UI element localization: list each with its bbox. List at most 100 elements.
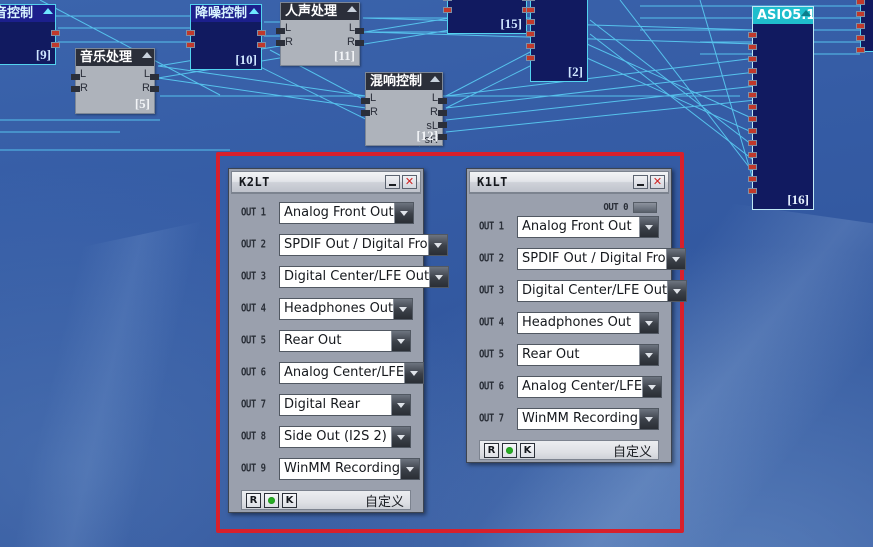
input-pin[interactable] — [526, 0, 535, 1]
input-pin[interactable] — [748, 176, 757, 182]
status-led-icon[interactable] — [264, 492, 279, 508]
input-pin[interactable] — [748, 80, 757, 86]
output-pin[interactable] — [438, 122, 447, 128]
node-bus-right[interactable] — [856, 0, 873, 53]
output-select[interactable]: Digital Center/LFE Out — [517, 280, 688, 302]
close-icon[interactable]: ✕ — [402, 175, 417, 189]
input-pin[interactable] — [748, 56, 757, 62]
close-icon[interactable]: ✕ — [650, 175, 665, 189]
node-bus-15[interactable]: [15] — [443, 0, 531, 34]
chevron-down-icon[interactable] — [391, 427, 410, 447]
chevron-down-icon[interactable] — [639, 409, 658, 429]
input-pin[interactable] — [276, 28, 285, 34]
collapse-caret-icon[interactable] — [347, 6, 357, 12]
output-pin[interactable] — [51, 30, 60, 36]
input-pin[interactable] — [443, 7, 452, 13]
input-pin[interactable] — [748, 140, 757, 146]
input-pin[interactable] — [526, 19, 535, 25]
minimize-button[interactable] — [385, 175, 400, 189]
output-select[interactable]: Analog Front Out — [517, 216, 659, 238]
input-pin[interactable] — [856, 0, 865, 5]
output-select[interactable]: Rear Out — [279, 330, 411, 352]
input-pin[interactable] — [748, 92, 757, 98]
collapse-caret-icon[interactable] — [249, 8, 259, 14]
input-pin[interactable] — [443, 0, 452, 1]
input-pin[interactable] — [856, 35, 865, 41]
output-select[interactable]: Analog Center/LFE — [517, 376, 663, 398]
customize-label[interactable]: 自定义 — [613, 441, 654, 460]
dialog-titlebar[interactable]: K2LT ✕ — [231, 171, 421, 193]
k1lt-dialog[interactable]: K1LT ✕ OUT 0 OUT 1 Analog Front Out OUT 2 SPDI… — [466, 168, 688, 463]
node-bus-2[interactable]: [2] — [526, 0, 588, 82]
output-pin[interactable] — [51, 42, 60, 48]
output-select[interactable]: SPDIF Out / Digital Fro — [279, 234, 448, 256]
chevron-down-icon[interactable] — [427, 235, 447, 255]
dialog-titlebar[interactable]: K1LT ✕ — [469, 171, 669, 193]
input-pin[interactable] — [748, 116, 757, 122]
node-mix-control[interactable]: 给音控制 [9] — [0, 4, 60, 65]
input-pin[interactable] — [526, 31, 535, 37]
collapse-caret-icon[interactable] — [43, 8, 53, 14]
node-asio51[interactable]: ASIO5.1 [16] — [748, 6, 814, 210]
chevron-down-icon[interactable] — [404, 363, 424, 383]
node-reverb[interactable]: 混响控制 L R L RsL sR [12] — [361, 72, 447, 146]
input-pin[interactable] — [856, 47, 865, 53]
output-pin[interactable] — [150, 86, 159, 92]
input-pin[interactable] — [748, 32, 757, 38]
input-pin[interactable] — [748, 44, 757, 50]
chevron-down-icon[interactable] — [393, 203, 413, 223]
out0-row[interactable]: OUT 0 — [479, 202, 659, 213]
output-pin[interactable] — [438, 110, 447, 116]
node-denoise[interactable]: 降噪控制 [10] — [186, 4, 266, 70]
input-pin[interactable] — [856, 23, 865, 29]
input-pin[interactable] — [748, 164, 757, 170]
output-select[interactable]: Analog Center/LFE — [279, 362, 425, 384]
chevron-down-icon[interactable] — [667, 281, 687, 301]
output-pin[interactable] — [257, 42, 266, 48]
chevron-down-icon[interactable] — [429, 267, 449, 287]
collapse-caret-icon[interactable] — [430, 76, 440, 82]
output-pin[interactable] — [438, 98, 447, 104]
minimize-button[interactable] — [633, 175, 648, 189]
input-pin[interactable] — [276, 40, 285, 46]
input-pin[interactable] — [71, 74, 80, 80]
output-select[interactable]: WinMM Recording — [279, 458, 421, 480]
customize-label[interactable]: 自定义 — [365, 491, 406, 510]
record-button[interactable]: R — [484, 442, 499, 458]
output-select[interactable]: SPDIF Out / Digital Fro — [517, 248, 686, 270]
node-vocal-process[interactable]: 人声处理 L R L R [11] — [276, 2, 364, 66]
input-pin[interactable] — [526, 55, 535, 61]
input-pin[interactable] — [186, 42, 195, 48]
chevron-down-icon[interactable] — [642, 377, 662, 397]
output-pin[interactable] — [355, 40, 364, 46]
output-pin[interactable] — [150, 74, 159, 80]
input-pin[interactable] — [748, 188, 757, 194]
output-select[interactable]: WinMM Recording — [517, 408, 659, 430]
input-pin[interactable] — [748, 152, 757, 158]
key-button[interactable]: K — [282, 492, 297, 508]
node-music-process[interactable]: 音乐处理 L R L R [5] — [71, 48, 159, 114]
chevron-down-icon[interactable] — [639, 313, 658, 333]
key-button[interactable]: K — [520, 442, 535, 458]
output-pin[interactable] — [438, 134, 447, 140]
chevron-down-icon[interactable] — [639, 217, 658, 237]
k2lt-dialog[interactable]: K2LT ✕ OUT 1 Analog Front Out OUT 2 SPDIF Out… — [228, 168, 450, 513]
input-pin[interactable] — [186, 30, 195, 36]
output-select[interactable]: Headphones Out — [279, 298, 414, 320]
output-select[interactable]: Analog Front Out — [279, 202, 414, 224]
input-pin[interactable] — [71, 86, 80, 92]
input-pin[interactable] — [361, 98, 370, 104]
output-select[interactable]: Digital Center/LFE Out — [279, 266, 450, 288]
chevron-down-icon[interactable] — [391, 395, 410, 415]
output-pin[interactable] — [355, 28, 364, 34]
input-pin[interactable] — [526, 7, 535, 13]
output-select[interactable]: Rear Out — [517, 344, 659, 366]
chevron-down-icon[interactable] — [393, 299, 413, 319]
input-pin[interactable] — [748, 128, 757, 134]
status-led-icon[interactable] — [502, 442, 517, 458]
collapse-caret-icon[interactable] — [142, 52, 152, 58]
record-button[interactable]: R — [246, 492, 261, 508]
collapse-caret-icon[interactable] — [801, 10, 811, 16]
chevron-down-icon[interactable] — [391, 331, 410, 351]
output-select[interactable]: Headphones Out — [517, 312, 659, 334]
